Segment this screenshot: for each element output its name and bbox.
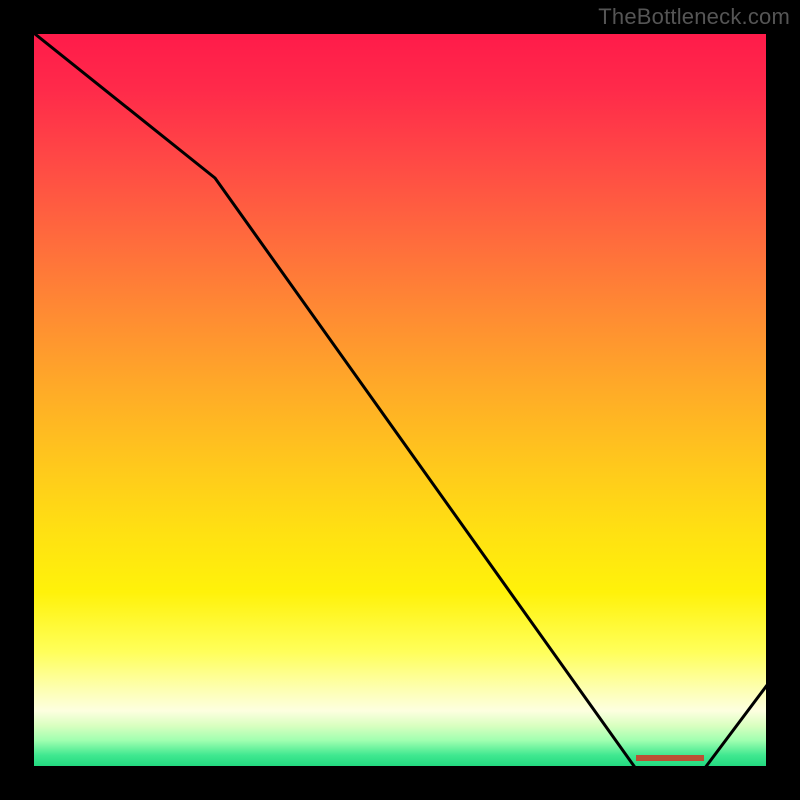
watermark-text: TheBottleneck.com [598, 4, 790, 30]
plot-gradient-background [30, 30, 770, 770]
optimal-range-band [636, 755, 704, 761]
chart-frame: TheBottleneck.com [0, 0, 800, 800]
